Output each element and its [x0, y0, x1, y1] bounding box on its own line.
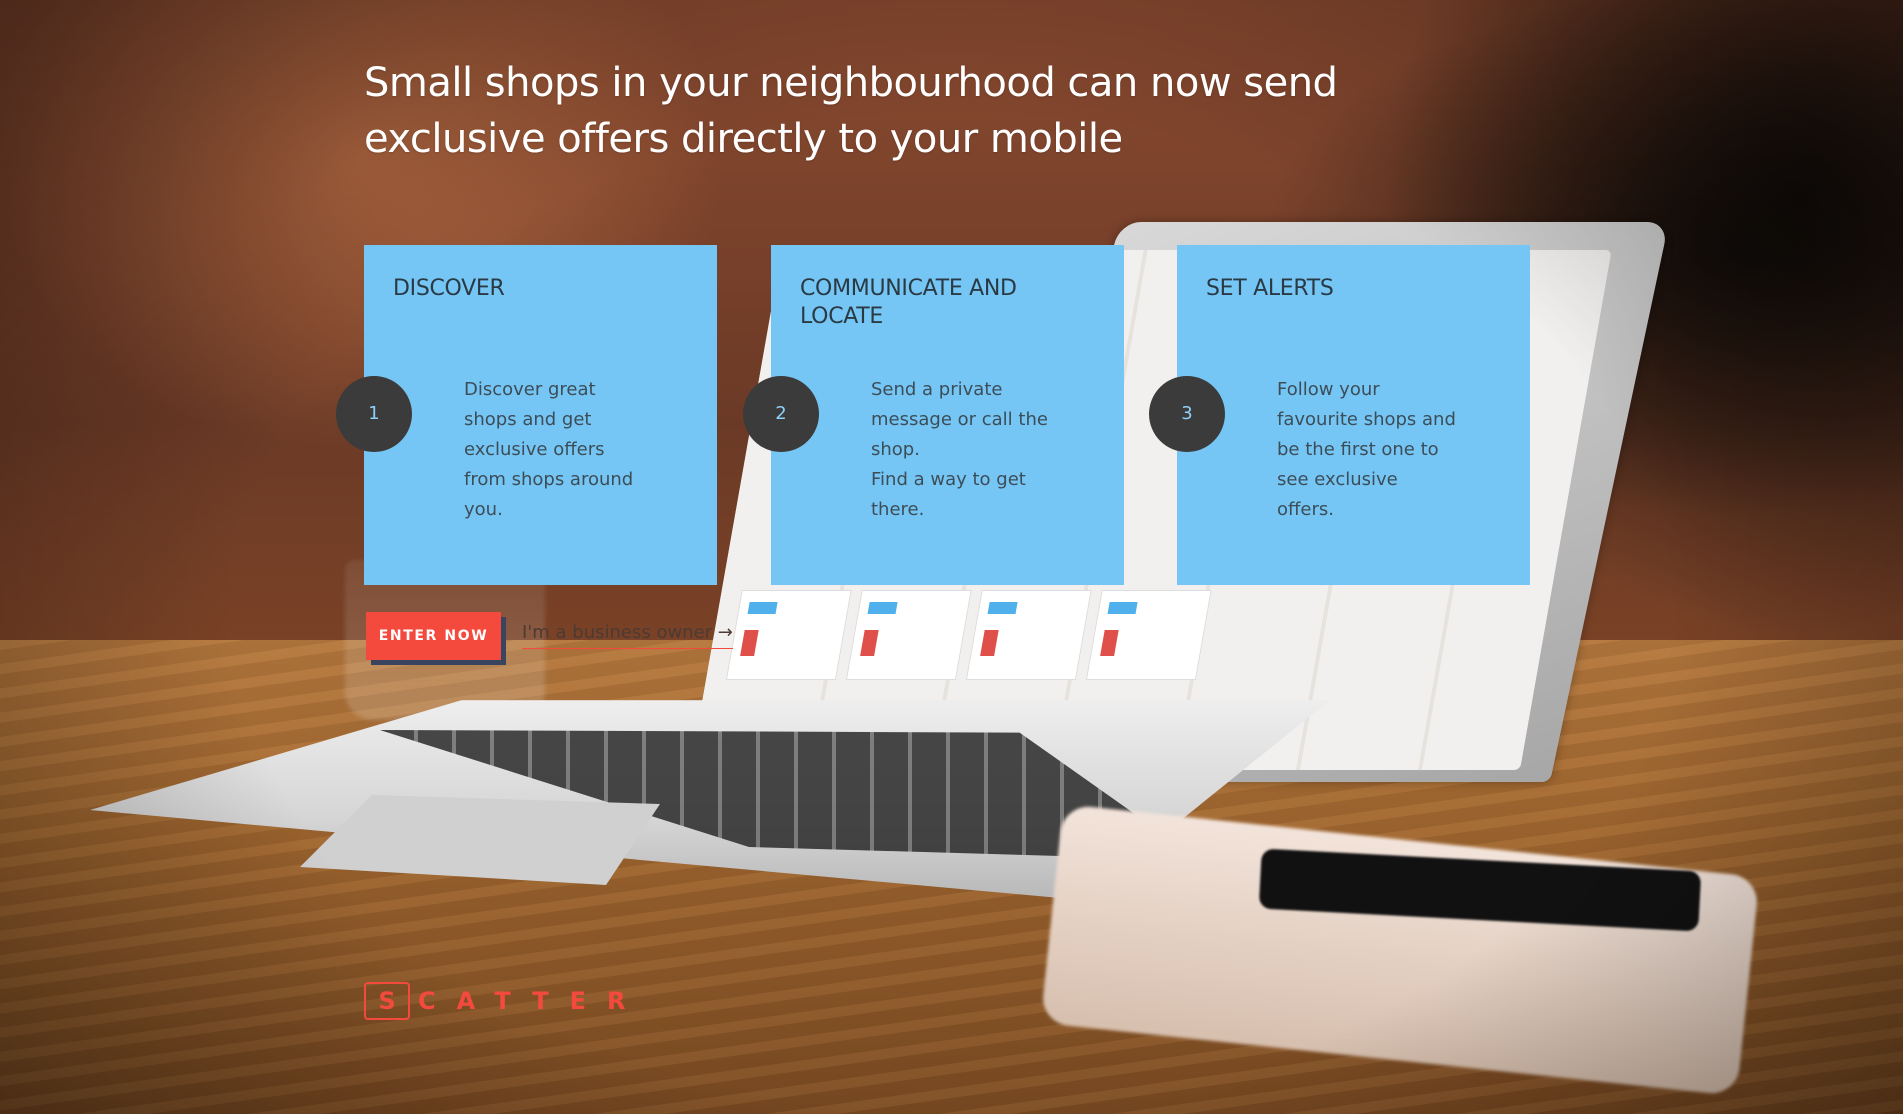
step-number-badge: 2 — [743, 376, 819, 452]
card-text-line: you. — [464, 499, 503, 520]
card-description: Follow your favourite shops and be the f… — [1277, 375, 1457, 525]
card-text-line: Discover great — [464, 379, 596, 400]
business-owner-link[interactable]: I'm a business owner → — [522, 619, 733, 649]
card-text-line: be the first one to — [1277, 439, 1439, 460]
card-text-line: there. — [871, 499, 925, 520]
card-text-line: Find a way to get — [871, 469, 1026, 490]
logo-wordmark: CATTER — [418, 987, 647, 1015]
card-text-line: from shops around — [464, 469, 634, 490]
card-text-line: message or call the — [871, 409, 1048, 430]
enter-now-button[interactable]: ENTER NOW — [366, 612, 501, 660]
feature-card-communicate: COMMUNICATE AND LOCATE 2 Send a private … — [743, 245, 1124, 585]
card-description: Send a private message or call the shop.… — [871, 375, 1051, 525]
card-text-line: Follow your — [1277, 379, 1380, 400]
card-text-line: shops and get — [464, 409, 592, 430]
hero-headline: Small shops in your neighbourhood can no… — [364, 60, 1338, 162]
feature-card-discover: DISCOVER 1 Discover great shops and get … — [336, 245, 717, 585]
card-title: DISCOVER — [393, 276, 505, 301]
feature-cards: DISCOVER 1 Discover great shops and get … — [336, 245, 1532, 585]
scatter-logo: S CATTER — [364, 982, 647, 1020]
card-text-line: favourite shops and — [1277, 409, 1456, 430]
card-text-line: Send a private — [871, 379, 1003, 400]
step-number-badge: 3 — [1149, 376, 1225, 452]
feature-card-alerts: SET ALERTS 3 Follow your favourite shops… — [1149, 245, 1530, 585]
card-description: Discover great shops and get exclusive o… — [464, 375, 644, 525]
card-text-line: shop. — [871, 439, 920, 460]
step-number-badge: 1 — [336, 376, 412, 452]
card-text-line: see exclusive offers. — [1277, 469, 1398, 520]
card-title: SET ALERTS — [1206, 276, 1334, 301]
logo-letter-box: S — [364, 982, 410, 1020]
card-text-line: exclusive offers — [464, 439, 605, 460]
card-title: COMMUNICATE AND LOCATE — [800, 276, 1017, 329]
